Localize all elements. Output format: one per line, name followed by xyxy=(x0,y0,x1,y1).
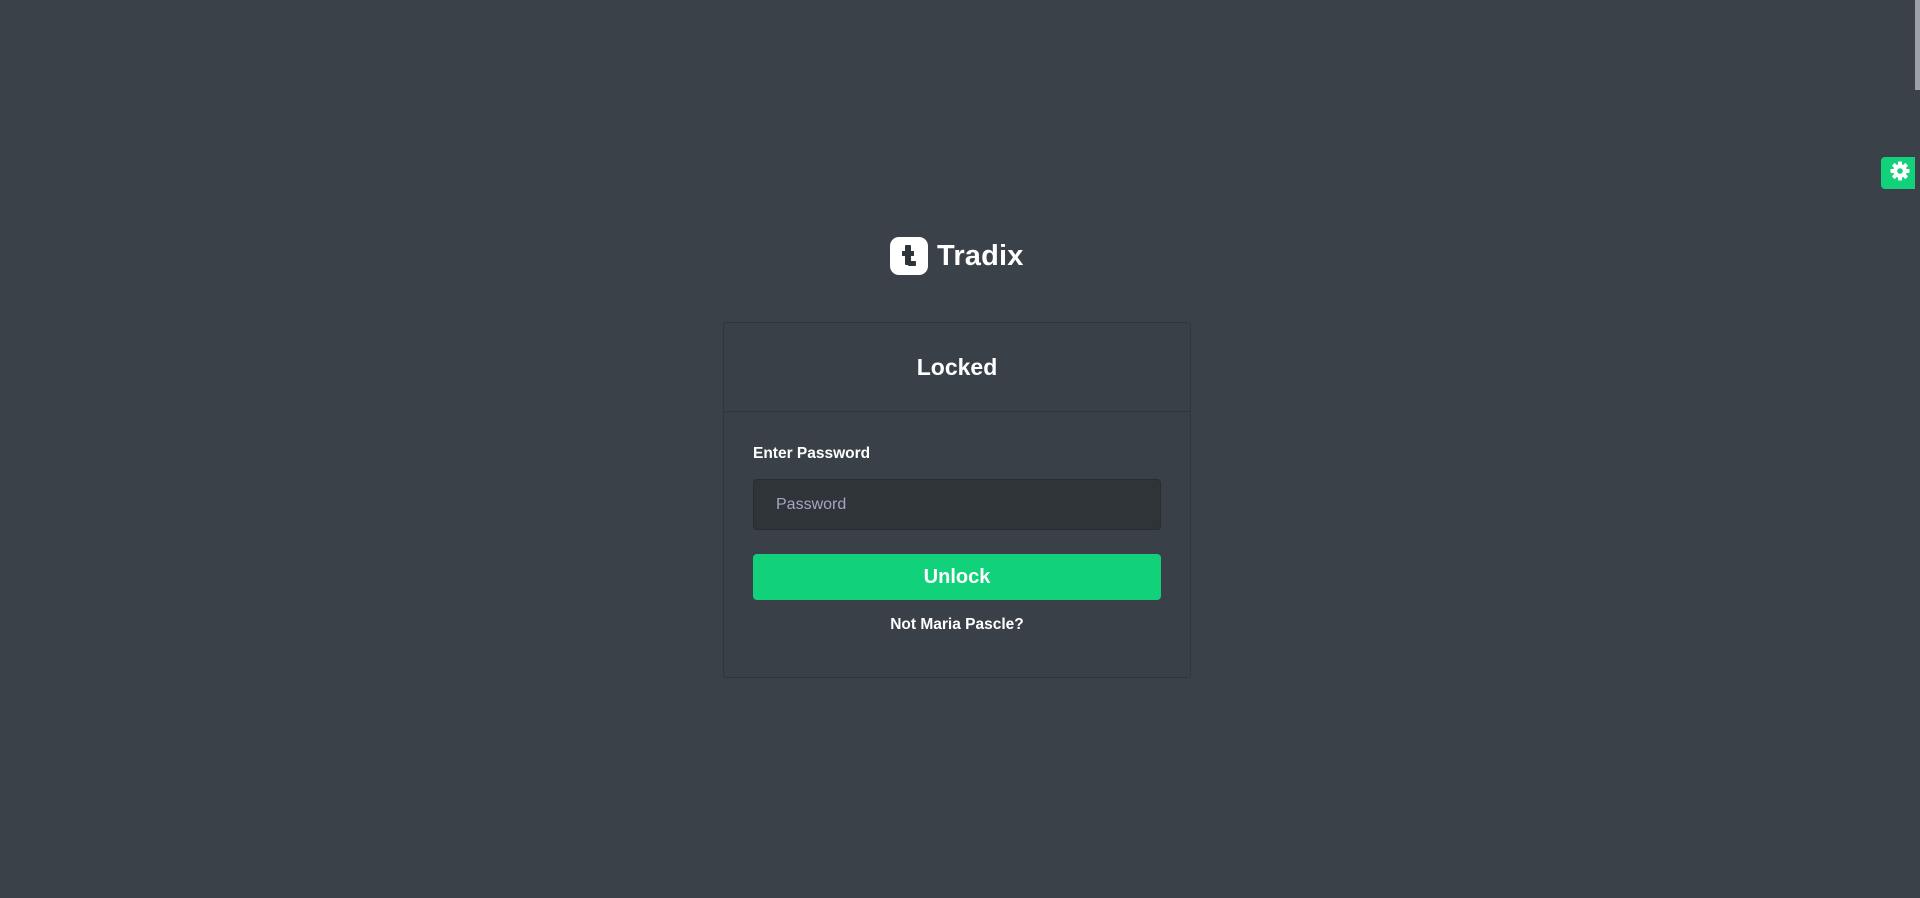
lock-card-body: Enter Password Unlock Not Maria Pascle? xyxy=(724,412,1190,634)
lock-screen-page: Tradix Locked Enter Password Unlock Not … xyxy=(0,0,1920,898)
brand-logo[interactable]: Tradix xyxy=(890,236,1024,276)
gear-icon xyxy=(1890,161,1910,186)
scrollbar-thumb[interactable] xyxy=(1915,0,1920,90)
page-title: Locked xyxy=(916,353,998,380)
unlock-button[interactable]: Unlock xyxy=(753,554,1161,600)
page-scrollbar[interactable] xyxy=(1915,0,1920,898)
password-label: Enter Password xyxy=(753,445,871,462)
not-user-link[interactable]: Not Maria Pascle? xyxy=(753,616,1161,634)
tradix-logo-icon xyxy=(890,237,928,275)
settings-toggle-button[interactable] xyxy=(1881,157,1918,189)
lock-card: Locked Enter Password Unlock Not Maria P… xyxy=(723,322,1191,678)
password-input[interactable] xyxy=(753,479,1161,530)
brand-name: Tradix xyxy=(937,239,1024,272)
lock-card-header: Locked xyxy=(724,323,1190,412)
